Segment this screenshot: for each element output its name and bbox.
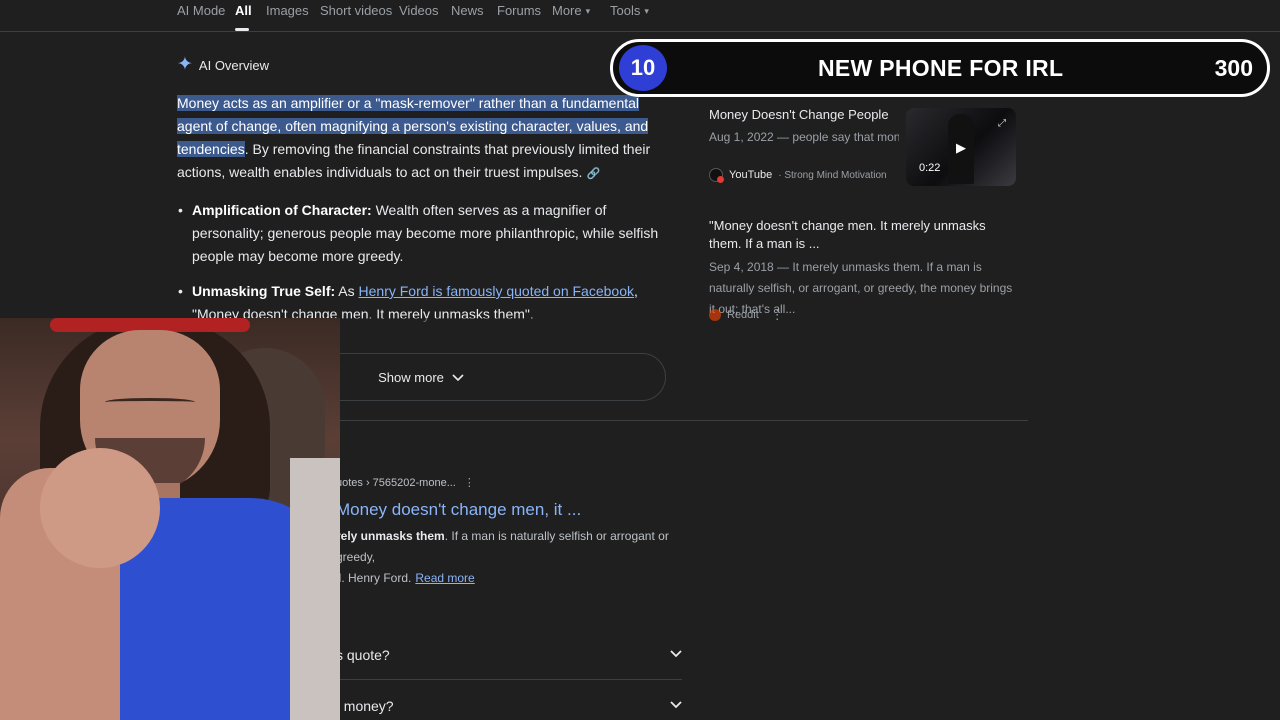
video-duration: 0:22 (919, 162, 941, 174)
show-more-label: Show more (378, 369, 444, 385)
paa-question: t money? (336, 698, 394, 714)
ai-overview-label: AI Overview (198, 57, 269, 73)
tab-short-videos[interactable]: Short videos (320, 3, 392, 18)
tab-more-label: More (552, 3, 582, 18)
tab-images[interactable]: Images (266, 3, 309, 18)
snippet-line2: ll. Henry Ford. (336, 571, 412, 585)
caret-down-icon: ▾ (644, 6, 649, 17)
tab-tools[interactable]: Tools ▾ (610, 3, 649, 18)
tab-tools-label: Tools (610, 3, 641, 18)
caret-down-icon: ▾ (585, 6, 591, 17)
webcam-background-shape (290, 458, 340, 720)
reddit-label: Reddit (727, 309, 759, 321)
more-options-icon[interactable]: ⋮ (771, 307, 784, 323)
read-more-link[interactable]: Read more (415, 571, 474, 585)
video-card-title[interactable]: Money Doesn't Change People (709, 107, 899, 122)
breadcrumb-text: uotes › 7565202-mone... (336, 477, 456, 489)
tab-news[interactable]: News (451, 3, 484, 18)
tab-forums[interactable]: Forums (497, 3, 541, 18)
video-thumbnail[interactable]: ⤢ ▶ 0:22 (906, 108, 1016, 186)
goal-title: NEW PHONE FOR IRL (818, 55, 1064, 81)
paa-question: s quote? (336, 646, 390, 663)
play-icon: ▶ (956, 140, 966, 155)
link-icon[interactable]: 🔗 (586, 168, 600, 180)
henry-ford-link[interactable]: Henry Ford is famously quoted on Faceboo… (359, 283, 634, 299)
active-tab-indicator (235, 28, 249, 31)
channel-name: · Strong Mind Motivation (778, 169, 887, 181)
tab-videos[interactable]: Videos (399, 3, 439, 18)
people-also-ask-item[interactable]: s quote? (336, 630, 682, 680)
chevron-down-icon (670, 700, 682, 712)
channel-avatar-icon (709, 168, 724, 183)
bullet-text-pre: As (335, 283, 359, 299)
search-tabs: AI Mode All Images Short videos Videos N… (0, 0, 1280, 32)
snippet-bold: rely unmasks them (336, 529, 445, 543)
result-snippet: rely unmasks them. If a man is naturally… (336, 526, 676, 589)
tab-all[interactable]: All (235, 3, 252, 18)
video-card-meta: Aug 1, 2022 — people say that money... (709, 130, 899, 144)
expand-icon: ⤢ (998, 118, 1006, 129)
reddit-card-title[interactable]: "Money doesn't change men. It merely unm… (709, 217, 1019, 253)
video-source-row: YouTube · Strong Mind Motivation ⋮ (709, 167, 916, 183)
bullet-heading: Unmasking True Self: (192, 283, 336, 299)
webcam-hand-shape (40, 448, 160, 568)
goal-target: 300 (1214, 55, 1253, 81)
reddit-source-row: Reddit ⋮ (709, 307, 784, 323)
tab-more[interactable]: More ▾ (552, 3, 590, 18)
paragraph-rest: . By removing the financial constraints … (177, 141, 651, 180)
goal-number-badge: 10 (619, 45, 667, 91)
bullet-amplification: Amplification of Character: Wealth often… (178, 199, 672, 268)
chevron-down-icon (452, 370, 464, 385)
tab-ai-mode[interactable]: AI Mode (177, 3, 225, 18)
result-breadcrumb: uotes › 7565202-mone... ⋮ (336, 476, 475, 489)
people-also-ask-item[interactable]: t money? (336, 681, 682, 720)
more-options-icon[interactable]: ⋮ (464, 477, 475, 489)
result-title-link[interactable]: Money doesn't change men, it ... (336, 500, 581, 520)
webcam-eyes-shape (105, 398, 195, 406)
stream-goal-overlay: 10 NEW PHONE FOR IRL 300 (610, 39, 1270, 97)
ai-overview-paragraph: Money acts as an amplifier or a "mask-re… (177, 92, 657, 186)
youtube-label: YouTube (729, 169, 773, 181)
chevron-down-icon (670, 649, 682, 661)
bullet-heading: Amplification of Character: (192, 202, 372, 218)
webcam-overlay (0, 318, 340, 720)
ai-overview-header: ✦ AI Overview (177, 54, 269, 75)
sparkle-icon: ✦ (177, 54, 193, 75)
reddit-icon (709, 309, 721, 321)
